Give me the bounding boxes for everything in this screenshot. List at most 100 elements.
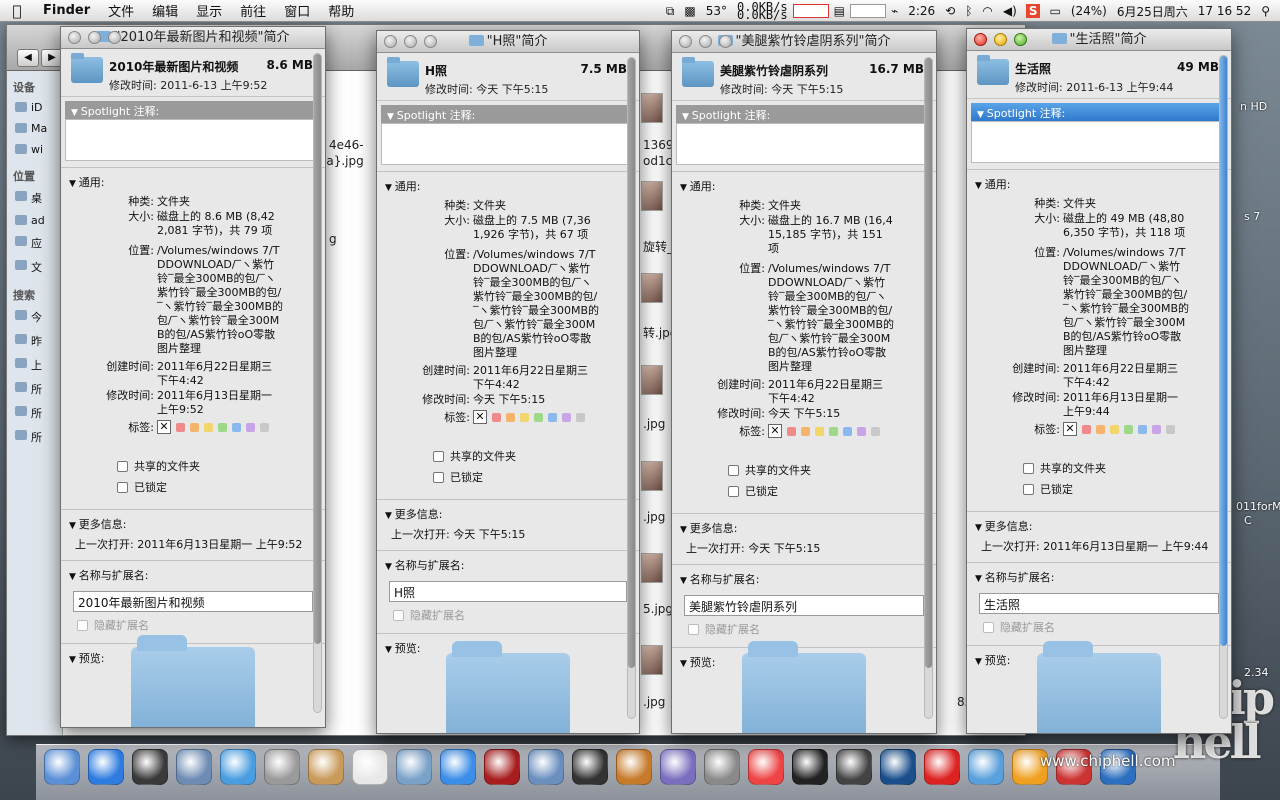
facetime-icon[interactable] [264, 749, 300, 785]
menu-file[interactable]: 文件 [99, 1, 143, 20]
shared-folder-checkbox[interactable]: 共享的文件夹 [728, 462, 936, 478]
tag-color-swatch[interactable] [232, 422, 241, 432]
tag-color-swatch[interactable] [829, 426, 838, 436]
sogou-input-icon[interactable]: S [1025, 4, 1041, 18]
spotlight-section-toggle[interactable]: Spotlight 注释: [65, 101, 321, 119]
more-info-section-toggle[interactable]: 更多信息: [967, 514, 1231, 538]
menu-window[interactable]: 窗口 [275, 1, 319, 20]
finder-icon[interactable] [44, 749, 80, 785]
tag-color-swatch[interactable] [1152, 424, 1161, 434]
zoom-button-icon[interactable] [719, 35, 732, 48]
file-name[interactable]: .jpg [643, 417, 665, 431]
back-button[interactable]: ◀ [17, 49, 39, 67]
spotlight-comment-field[interactable] [676, 123, 932, 165]
garageband-icon[interactable] [616, 749, 652, 785]
minimize-button-icon[interactable] [404, 35, 417, 48]
hide-extension-checkbox[interactable]: 隐藏扩展名 [983, 619, 1231, 635]
hide-extension-checkbox[interactable]: 隐藏扩展名 [77, 617, 325, 633]
zoom-button-icon[interactable] [108, 31, 121, 44]
memory-icon[interactable]: ▤ [829, 4, 850, 18]
spotlight-section-toggle[interactable]: Spotlight 注释: [381, 105, 635, 123]
tag-color-swatch[interactable] [1082, 424, 1091, 434]
file-thumbnail[interactable] [641, 93, 663, 123]
name-field[interactable]: 2010年最新图片和视频 [73, 591, 313, 612]
more-info-section-toggle[interactable]: 更多信息: [377, 502, 639, 526]
checkbox-icon[interactable] [1023, 462, 1034, 474]
scrollbar-thumb[interactable] [1220, 56, 1227, 646]
file-name[interactable]: 4e46- [329, 138, 364, 152]
minimize-button-icon[interactable] [88, 31, 101, 44]
window-titlebar[interactable]: "生活照"简介 [967, 29, 1231, 51]
tag-color-swatch[interactable] [843, 426, 852, 436]
battery-time-icon[interactable]: ⌁ [886, 4, 903, 18]
scrollbar[interactable] [1219, 55, 1228, 719]
clear-tag-icon[interactable]: ✕ [768, 424, 782, 438]
file-thumbnail[interactable] [641, 461, 663, 491]
spotlight-section-toggle[interactable]: Spotlight 注释: [676, 105, 932, 123]
checkbox-icon[interactable] [117, 481, 128, 493]
clear-tag-icon[interactable]: ✕ [1063, 422, 1077, 436]
spotlight-comment-field[interactable] [971, 121, 1227, 163]
scrollbar-thumb[interactable] [314, 54, 321, 644]
sidebar-section-search[interactable]: 搜索 [7, 285, 62, 305]
checkbox-icon[interactable] [393, 609, 404, 621]
minimize-button-icon[interactable] [994, 33, 1007, 46]
tag-color-swatch[interactable] [801, 426, 810, 436]
cpu-icon[interactable]: ▩ [679, 4, 700, 18]
chrome-icon[interactable] [748, 749, 784, 785]
window-titlebar[interactable]: "美腿紫竹铃虐阴系列"简介 [672, 31, 936, 53]
tag-color-swatch[interactable] [204, 422, 213, 432]
file-thumbnail[interactable] [641, 645, 663, 675]
file-thumbnail[interactable] [641, 553, 663, 583]
more-info-section-toggle[interactable]: 更多信息: [61, 512, 325, 536]
close-button-icon[interactable] [384, 35, 397, 48]
close-button-icon[interactable] [974, 33, 987, 46]
tag-color-swatch[interactable] [492, 412, 501, 422]
tag-color-swatch[interactable] [1138, 424, 1147, 434]
tag-color-swatch[interactable] [534, 412, 543, 422]
file-name[interactable]: .jpg [643, 695, 665, 709]
shared-folder-checkbox[interactable]: 共享的文件夹 [433, 448, 639, 464]
shared-folder-checkbox[interactable]: 共享的文件夹 [117, 458, 325, 474]
network-speed[interactable]: 0.0KB/s 0.0KB/s [732, 1, 793, 21]
sidebar-item-place[interactable]: ad [7, 210, 62, 231]
battery-icon[interactable]: ▭ [1044, 4, 1065, 18]
clear-tag-icon[interactable]: ✕ [473, 410, 487, 424]
imovie-icon[interactable] [572, 749, 608, 785]
file-name[interactable]: .jpg [643, 510, 665, 524]
info-window-1[interactable]: "2010年最新图片和视频"简介 2010年最新图片和视频 8.6 MB 修改时… [60, 26, 326, 728]
zoom-button-icon[interactable] [1014, 33, 1027, 46]
spotlight-comment-field[interactable] [65, 119, 321, 161]
info-window-4[interactable]: "生活照"简介 生活照 49 MB 修改时间: 2011-6-13 上午9:44… [966, 28, 1232, 734]
wifi-icon[interactable]: ◠ [977, 4, 997, 18]
name-ext-section-toggle[interactable]: 名称与扩展名: [377, 553, 639, 577]
tag-color-swatch[interactable] [260, 422, 269, 432]
menu-edit[interactable]: 编辑 [143, 1, 187, 20]
iphoto-icon[interactable] [528, 749, 564, 785]
dashboard-icon[interactable] [132, 749, 168, 785]
sidebar-item-search[interactable]: 所 [7, 377, 62, 401]
sidebar-item-device[interactable]: iD [7, 97, 62, 118]
qq-icon[interactable] [792, 749, 828, 785]
sidebar-section-places[interactable]: 位置 [7, 166, 62, 186]
tag-color-swatch[interactable] [246, 422, 255, 432]
sidebar-item-place[interactable]: 文 [7, 255, 62, 279]
temperature-readout[interactable]: 53° [701, 4, 732, 18]
volume-icon[interactable]: ◀) [998, 4, 1022, 18]
name-ext-section-toggle[interactable]: 名称与扩展名: [672, 567, 936, 591]
menu-app-name[interactable]: Finder [34, 3, 99, 18]
general-section-toggle[interactable]: 通用: [672, 174, 936, 198]
close-button-icon[interactable] [679, 35, 692, 48]
file-name[interactable]: g [329, 232, 337, 246]
safari-icon[interactable] [220, 749, 256, 785]
disk-graph[interactable] [849, 4, 886, 18]
file-name[interactable]: 1369 [643, 138, 674, 152]
tag-color-swatch[interactable] [1110, 424, 1119, 434]
tag-color-swatch[interactable] [1096, 424, 1105, 434]
ical-icon[interactable] [352, 749, 388, 785]
shared-folder-checkbox[interactable]: 共享的文件夹 [1023, 460, 1231, 476]
general-section-toggle[interactable]: 通用: [967, 172, 1231, 196]
mail-stamp-icon[interactable] [176, 749, 212, 785]
hide-extension-checkbox[interactable]: 隐藏扩展名 [393, 607, 639, 623]
checkbox-icon[interactable] [983, 621, 994, 633]
